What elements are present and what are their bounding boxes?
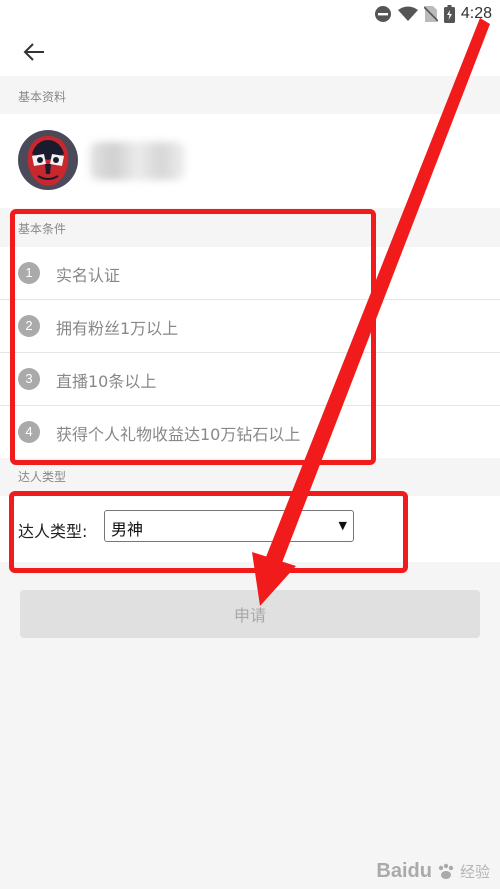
condition-text: 实名认证 (56, 266, 121, 285)
talent-type-label: 达人类型: (18, 522, 88, 541)
back-button[interactable] (18, 38, 50, 66)
apply-button-label: 申请 (233, 606, 266, 625)
status-bar: 4:28 (0, 0, 500, 28)
status-icons: 4:28 (374, 4, 492, 24)
dropdown-caret-icon: ▼ (338, 519, 347, 532)
talent-type-select[interactable]: 男神 ▼ (104, 510, 354, 542)
do-not-disturb-icon (374, 6, 391, 22)
section-label-talent-type: 达人类型 (18, 470, 67, 484)
watermark-brand: Baidu (376, 860, 432, 882)
opera-mask-icon (18, 130, 78, 190)
section-label-basic-info: 基本资料 (18, 90, 67, 104)
profile-row (0, 114, 500, 208)
condition-text: 拥有粉丝1万以上 (56, 319, 179, 338)
condition-text: 直播10条以上 (56, 372, 157, 391)
condition-number: 4 (18, 421, 40, 443)
apply-button[interactable]: 申请 (20, 590, 480, 638)
condition-item: 2 拥有粉丝1万以上 (0, 300, 500, 353)
condition-item: 4 获得个人礼物收益达10万钻石以上 (0, 406, 500, 458)
blurred-username (90, 142, 185, 180)
section-label-basic-conditions: 基本条件 (18, 222, 67, 236)
condition-number: 2 (18, 315, 40, 337)
battery-icon (443, 5, 455, 23)
avatar[interactable] (18, 130, 78, 190)
baidu-watermark: Baidu 经验 (376, 860, 490, 883)
talent-type-row: 达人类型: 男神 ▼ (0, 496, 500, 562)
toolbar (0, 28, 500, 76)
condition-number: 1 (18, 262, 40, 284)
back-arrow-icon (23, 43, 44, 61)
talent-type-value: 男神 (111, 520, 144, 539)
condition-item: 1 实名认证 (0, 247, 500, 300)
no-sim-icon (423, 6, 438, 22)
condition-text: 获得个人礼物收益达10万钻石以上 (56, 425, 301, 444)
paw-icon (438, 863, 454, 879)
condition-item: 3 直播10条以上 (0, 353, 500, 406)
watermark-sub: 经验 (459, 863, 490, 881)
status-time: 4:28 (460, 5, 492, 22)
condition-number: 3 (18, 368, 40, 390)
wifi-icon (397, 6, 418, 21)
